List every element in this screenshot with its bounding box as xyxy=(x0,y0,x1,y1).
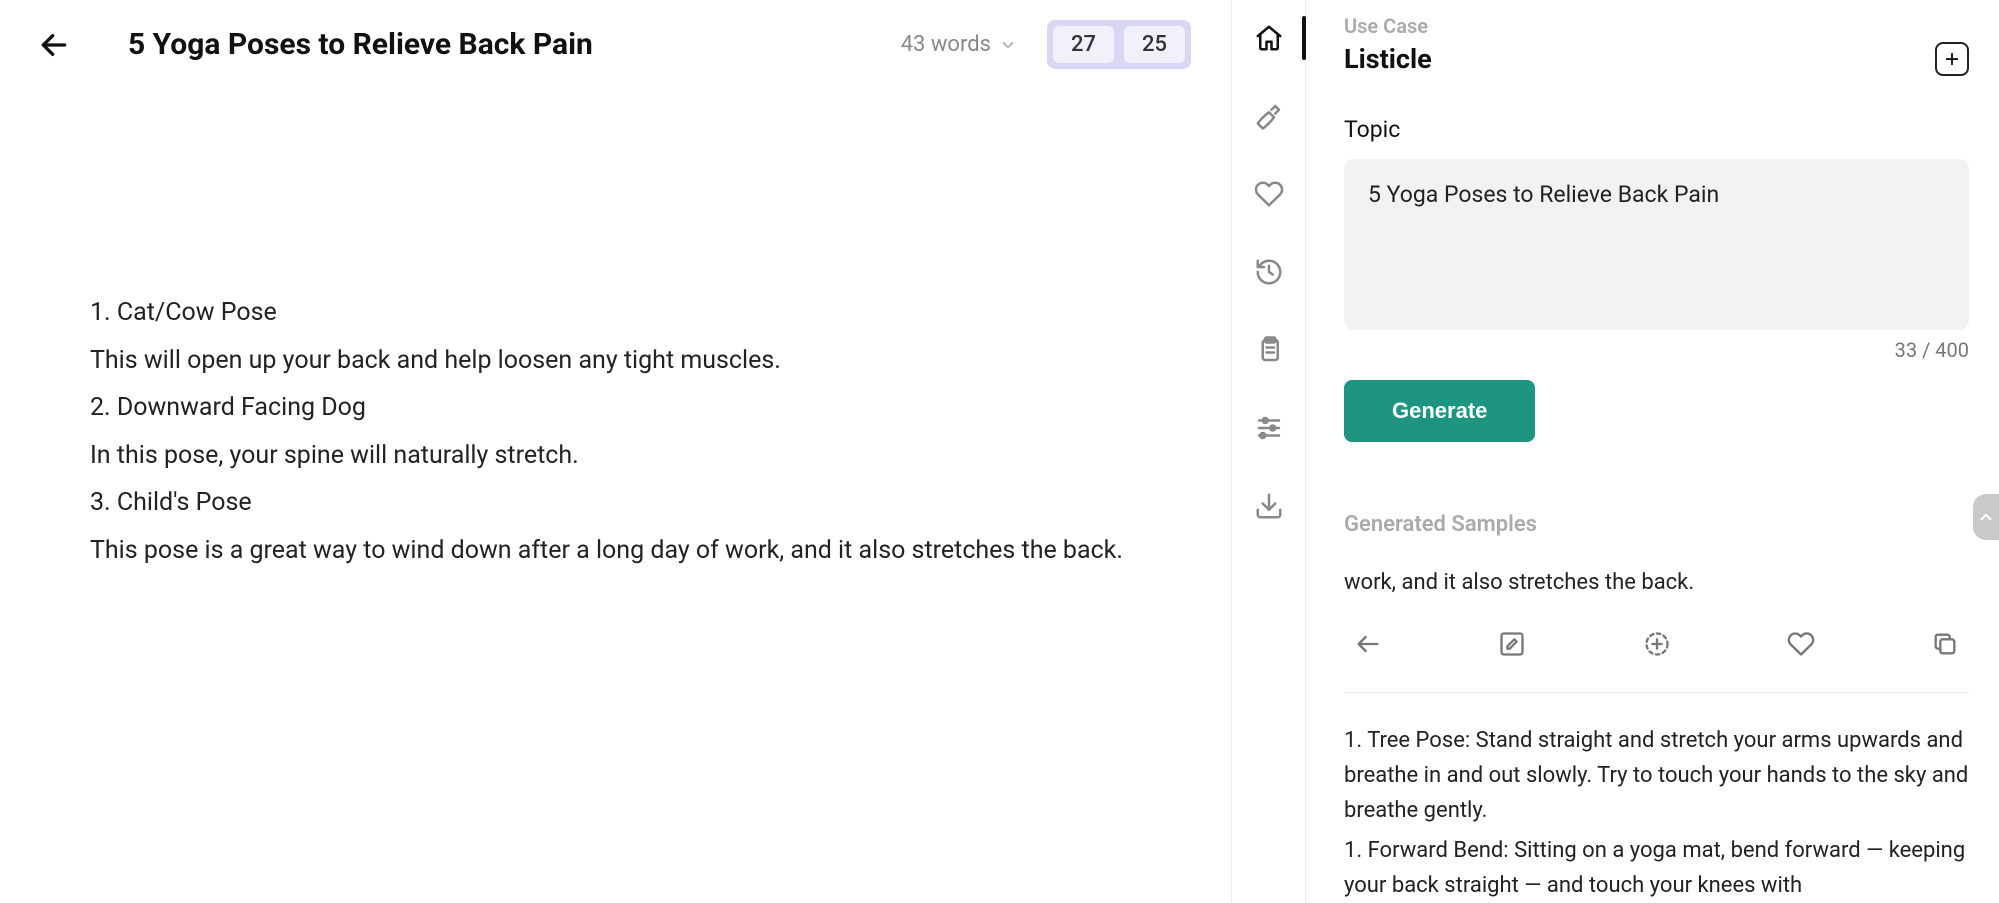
word-count-dropdown[interactable]: 43 words xyxy=(901,32,1017,57)
use-case-value: Listicle xyxy=(1344,43,1432,75)
generated-samples-label: Generated Samples xyxy=(1344,512,1969,537)
edit-icon xyxy=(1498,630,1526,658)
scroll-up-button[interactable] xyxy=(1973,494,1999,540)
editor-line: In this pose, your spine will naturally … xyxy=(90,432,1191,480)
editor-line: This will open up your back and help loo… xyxy=(90,337,1191,385)
editor-pane: 5 Yoga Poses to Relieve Back Pain 43 wor… xyxy=(0,0,1231,903)
rail-download[interactable] xyxy=(1251,488,1287,524)
chevron-up-icon xyxy=(1977,508,1995,526)
topic-label: Topic xyxy=(1344,116,1969,143)
document-title[interactable]: 5 Yoga Poses to Relieve Back Pain xyxy=(128,27,593,62)
editor-line: 2. Downward Facing Dog xyxy=(90,384,1191,432)
generate-button[interactable]: Generate xyxy=(1344,380,1535,442)
clipboard-icon xyxy=(1254,335,1284,365)
rail-home[interactable] xyxy=(1251,20,1287,56)
use-case-label: Use Case xyxy=(1344,14,1969,38)
editor-line: This pose is a great way to wind down af… xyxy=(90,527,1191,575)
sample-insert-button[interactable] xyxy=(1354,630,1382,662)
editor-content[interactable]: 1. Cat/Cow Pose This will open up your b… xyxy=(30,289,1191,574)
history-icon xyxy=(1254,257,1284,287)
back-button[interactable] xyxy=(30,21,78,69)
arrow-left-icon xyxy=(1354,630,1382,658)
sample-text-fragment: work, and it also stretches the back. xyxy=(1344,565,1969,600)
heart-icon xyxy=(1254,179,1284,209)
rail-clipboard[interactable] xyxy=(1251,332,1287,368)
rail-favorites[interactable] xyxy=(1251,176,1287,212)
editor-line: 1. Cat/Cow Pose xyxy=(90,289,1191,337)
sample-copy-button[interactable] xyxy=(1931,630,1959,662)
sample-favorite-button[interactable] xyxy=(1787,630,1815,662)
sample-edit-button[interactable] xyxy=(1498,630,1526,662)
topic-char-count: 33 / 400 xyxy=(1344,338,1969,362)
rail-settings[interactable] xyxy=(1251,410,1287,446)
sidebar-pane: Use Case Listicle Topic 33 / 400 Generat… xyxy=(1305,0,1999,903)
plus-icon xyxy=(1943,50,1961,68)
topic-input[interactable] xyxy=(1344,159,1969,330)
count-pills: 27 25 xyxy=(1047,20,1191,69)
sample-text: 1. Tree Pose: Stand straight and stretch… xyxy=(1344,723,1969,829)
download-icon xyxy=(1254,491,1284,521)
plus-circle-dashed-icon xyxy=(1643,630,1671,658)
header-tools: 43 words 27 25 xyxy=(901,20,1191,69)
sample-actions xyxy=(1344,630,1969,693)
sample-text: 1. Forward Bend: Sitting on a yoga mat, … xyxy=(1344,833,1969,903)
tool-rail xyxy=(1231,0,1305,903)
count-pill-a[interactable]: 27 xyxy=(1053,26,1114,63)
home-icon xyxy=(1254,23,1284,53)
arrow-left-icon xyxy=(38,29,70,61)
rail-history[interactable] xyxy=(1251,254,1287,290)
rail-write[interactable] xyxy=(1251,98,1287,134)
sliders-icon xyxy=(1254,413,1284,443)
chevron-down-icon xyxy=(999,36,1017,54)
word-count-label: 43 words xyxy=(901,32,991,57)
use-case-row: Listicle xyxy=(1344,42,1969,76)
pen-icon xyxy=(1254,101,1284,131)
editor-header: 5 Yoga Poses to Relieve Back Pain 43 wor… xyxy=(30,20,1191,69)
copy-icon xyxy=(1931,630,1959,658)
add-use-case-button[interactable] xyxy=(1935,42,1969,76)
count-pill-b[interactable]: 25 xyxy=(1124,26,1185,63)
sample-more-button[interactable] xyxy=(1643,630,1671,662)
heart-icon xyxy=(1787,630,1815,658)
editor-line: 3. Child's Pose xyxy=(90,479,1191,527)
